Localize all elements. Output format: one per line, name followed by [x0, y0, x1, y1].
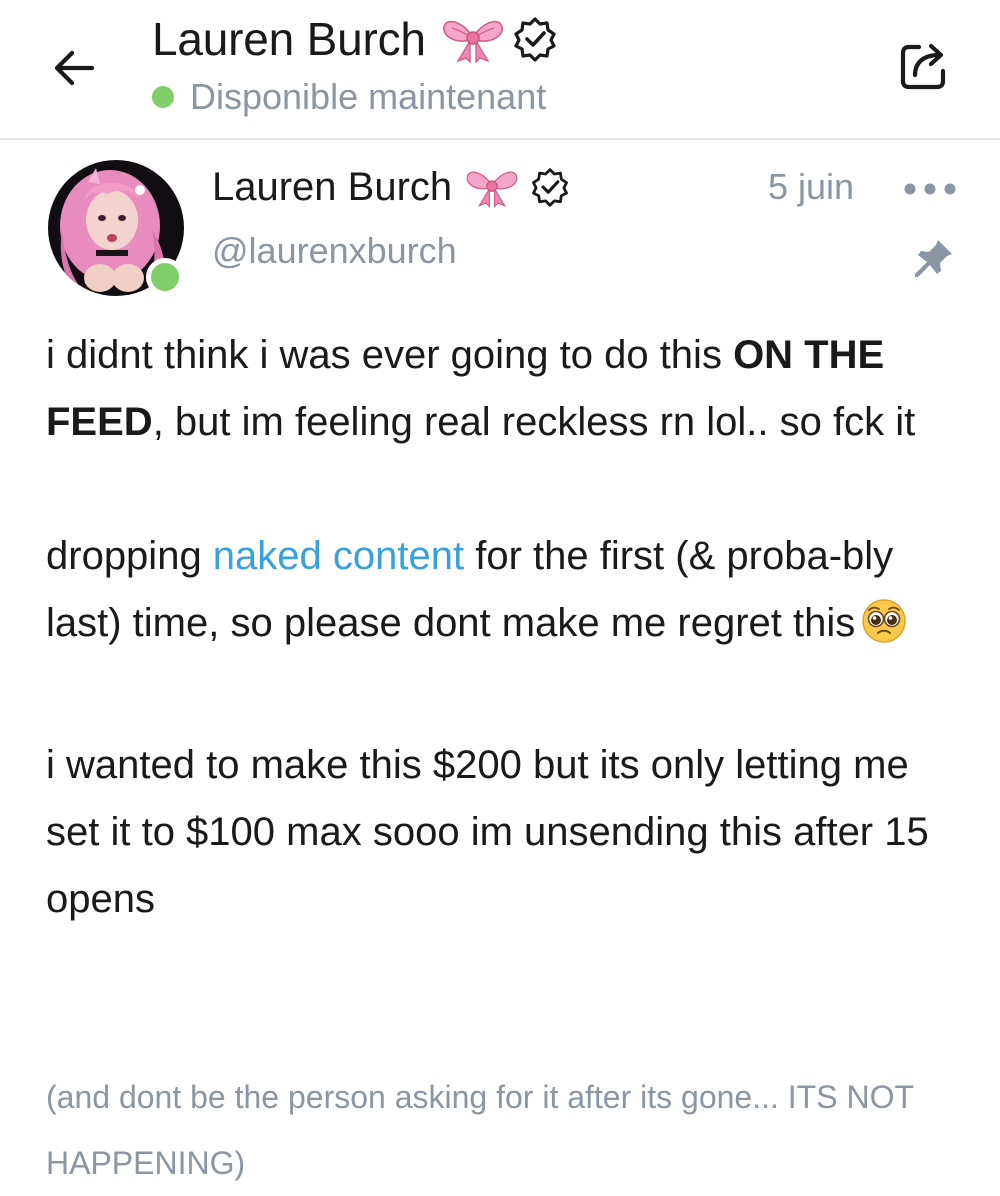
header-name: Lauren Burch — [152, 13, 426, 65]
post-paragraph: i didnt think i was ever going to do thi… — [46, 322, 966, 456]
post-author-name: Lauren Burch — [212, 164, 453, 209]
share-button[interactable] — [888, 30, 960, 102]
header-title[interactable]: Lauren Burch — [152, 10, 558, 68]
verified-badge-icon — [512, 16, 558, 62]
post-text: , but im feeling real reckless rn lol.. … — [152, 400, 916, 444]
more-options-button[interactable] — [902, 172, 958, 206]
avatar-online-indicator — [146, 258, 184, 296]
more-dots-icon — [904, 183, 956, 195]
post-paragraph: i wanted to make this $200 but its only … — [46, 732, 966, 933]
online-dot — [152, 86, 174, 108]
online-status: Disponible maintenant — [152, 74, 546, 120]
top-bar: Lauren Burch Disponible maintenant — [0, 0, 1000, 140]
post-text: i wanted to make this $200 but its only … — [46, 743, 929, 921]
post-note: (and dont be the person asking for it af… — [46, 1079, 914, 1181]
pleading-face-emoji-icon — [861, 598, 907, 665]
status-text: Disponible maintenant — [190, 76, 547, 117]
post-body: i didnt think i was ever going to do thi… — [46, 322, 966, 933]
post-handle[interactable]: @laurenxburch — [212, 230, 457, 272]
arrow-left-icon — [54, 50, 95, 86]
post-paragraph: dropping naked content for the first (& … — [46, 523, 966, 665]
post-date: 5 juin — [768, 166, 855, 207]
post-author[interactable]: Lauren Burch — [212, 160, 570, 214]
share-icon — [900, 43, 946, 90]
back-button[interactable] — [44, 38, 104, 98]
bow-emoji-icon — [440, 15, 506, 63]
post-text: dropping — [46, 534, 213, 578]
verified-badge-icon — [530, 167, 570, 207]
post-text: i didnt think i was ever going to do thi… — [46, 333, 734, 377]
post-link[interactable]: naked content — [213, 534, 464, 578]
pin-icon — [912, 236, 956, 280]
bow-emoji-icon — [464, 166, 520, 208]
